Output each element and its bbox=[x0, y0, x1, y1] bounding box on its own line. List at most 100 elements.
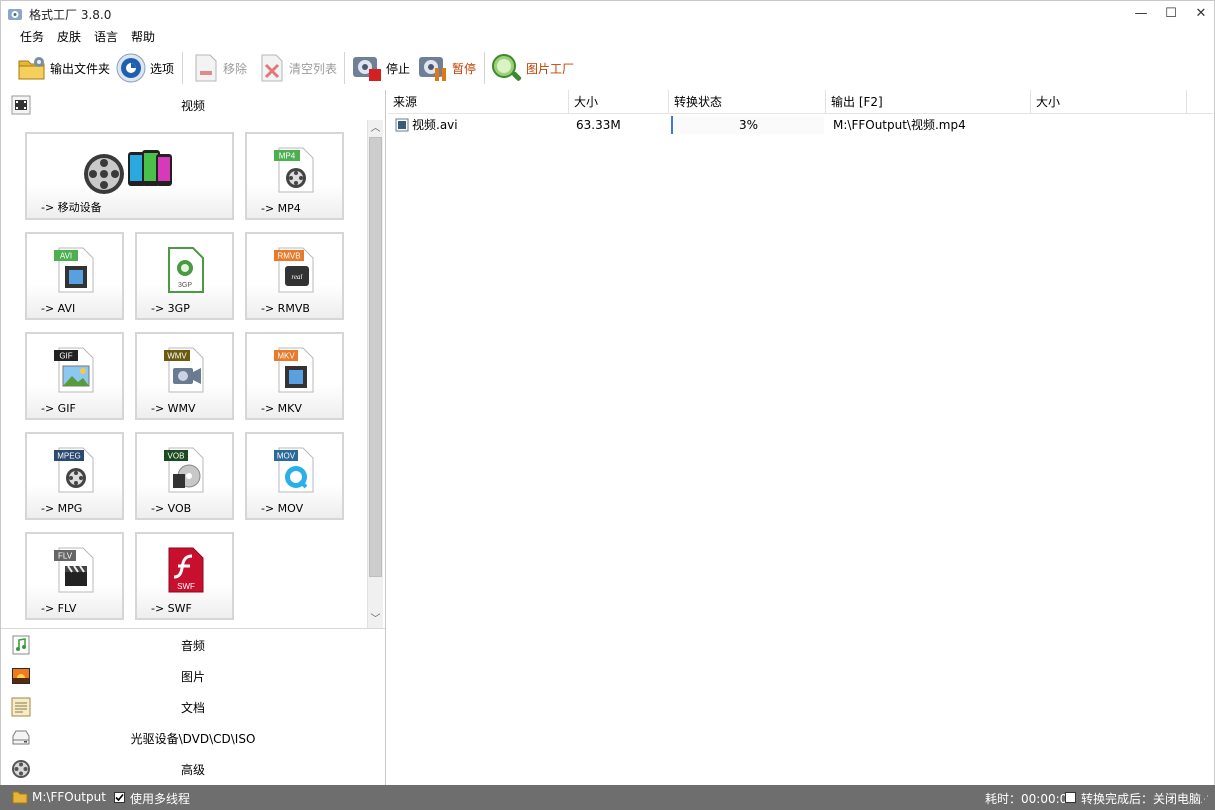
category-video[interactable]: 视频 bbox=[1, 90, 385, 120]
table-row[interactable]: 视频.avi 63.33M 3% M:\FFOutput\视频.mp4 bbox=[388, 114, 1213, 136]
maximize-button[interactable]: ☐ bbox=[1156, 1, 1186, 27]
category-audio-label: 音频 bbox=[180, 638, 205, 653]
category-panel: 视频 -> 移动设备 MP4 -> MP4 AVI -> AVI 3GP -> … bbox=[0, 90, 386, 785]
svg-text:VOB: VOB bbox=[167, 452, 184, 461]
category-rom-label: 光驱设备\DVD\CD\ISO bbox=[130, 731, 256, 746]
tile-rmvb[interactable]: RMVB real -> RMVB bbox=[245, 232, 344, 320]
advanced-reel-icon bbox=[12, 760, 30, 778]
category-list: 音频 图片 文档 光驱设备\DVD\CD\ISO 高级 bbox=[1, 628, 385, 785]
tile-vob[interactable]: VOB -> VOB bbox=[135, 432, 234, 520]
tile-avi[interactable]: AVI -> AVI bbox=[25, 232, 124, 320]
menu-bar: 任务 皮肤 语言 帮助 bbox=[0, 26, 1215, 46]
tile-flv-label: -> FLV bbox=[41, 602, 77, 615]
tile-gif-label: -> GIF bbox=[41, 402, 76, 415]
menu-help[interactable]: 帮助 bbox=[131, 28, 155, 45]
audio-note-icon bbox=[12, 635, 30, 655]
video-category-icon bbox=[11, 95, 31, 115]
category-rom-device[interactable]: 光驱设备\DVD\CD\ISO bbox=[1, 723, 385, 753]
column-output[interactable]: 输出 [F2] bbox=[826, 90, 1031, 114]
mpg-file-icon: MPEG bbox=[53, 447, 93, 493]
minimize-button[interactable]: — bbox=[1126, 1, 1156, 27]
pause-button[interactable]: 暂停 bbox=[417, 52, 476, 84]
wmv-file-icon: WMV bbox=[163, 347, 203, 393]
tile-3gp-label: -> 3GP bbox=[151, 302, 190, 315]
video-file-icon bbox=[395, 118, 409, 132]
svg-text:WMV: WMV bbox=[167, 352, 187, 361]
category-audio[interactable]: 音频 bbox=[1, 630, 385, 660]
menu-language[interactable]: 语言 bbox=[94, 28, 118, 45]
output-folder-button[interactable]: 输出文件夹 bbox=[17, 52, 110, 84]
scroll-down-arrow-icon[interactable]: ﹀ bbox=[368, 611, 383, 628]
tile-mobile-device-label: -> 移动设备 bbox=[41, 201, 102, 214]
row-source-cell: 视频.avi bbox=[393, 114, 569, 136]
clear-list-button[interactable]: 清空列表 bbox=[258, 52, 337, 84]
category-document-label: 文档 bbox=[180, 700, 205, 715]
category-advanced-label: 高级 bbox=[180, 762, 205, 777]
category-advanced[interactable]: 高级 bbox=[1, 754, 385, 784]
resize-grip-icon[interactable]: ⋰ bbox=[1200, 795, 1210, 805]
toolbar-separator bbox=[344, 52, 345, 84]
row-source-name: 视频.avi bbox=[412, 118, 458, 132]
3gp-file-icon: 3GP bbox=[167, 247, 204, 293]
tile-wmv[interactable]: WMV -> WMV bbox=[135, 332, 234, 420]
optical-drive-icon bbox=[12, 730, 30, 745]
tile-mov[interactable]: MOV -> MOV bbox=[245, 432, 344, 520]
tile-mpg-label: -> MPG bbox=[41, 502, 83, 515]
video-format-grid: -> 移动设备 MP4 -> MP4 AVI -> AVI 3GP -> 3GP… bbox=[1, 120, 367, 628]
progress-percent: 3% bbox=[738, 118, 759, 132]
column-output-size[interactable]: 大小 bbox=[1031, 90, 1187, 114]
after-done-checkbox[interactable] bbox=[1065, 792, 1076, 803]
options-button[interactable]: 选项 bbox=[115, 52, 174, 84]
toolbar-separator bbox=[182, 52, 183, 84]
tile-wmv-label: -> WMV bbox=[151, 402, 196, 415]
picture-factory-button[interactable]: 图片工厂 bbox=[489, 52, 574, 84]
tile-swf[interactable]: SWF -> SWF bbox=[135, 532, 234, 620]
window-title: 格式工厂 3.8.0 bbox=[29, 8, 112, 22]
category-picture[interactable]: 图片 bbox=[1, 661, 385, 691]
conversion-progress-bar: 3% bbox=[671, 116, 824, 134]
category-picture-label: 图片 bbox=[180, 669, 205, 684]
tile-mp4[interactable]: MP4 -> MP4 bbox=[245, 132, 344, 220]
grid-scrollbar[interactable]: ︿ ﹀ bbox=[367, 120, 383, 628]
tile-avi-label: -> AVI bbox=[41, 302, 76, 315]
tile-mp4-label: -> MP4 bbox=[261, 202, 301, 215]
column-size[interactable]: 大小 bbox=[569, 90, 669, 114]
svg-text:AVI: AVI bbox=[59, 252, 71, 261]
avi-file-icon: AVI bbox=[53, 247, 93, 293]
menu-skin[interactable]: 皮肤 bbox=[57, 28, 81, 45]
gif-file-icon: GIF bbox=[53, 347, 93, 393]
tile-mkv-label: -> MKV bbox=[261, 402, 302, 415]
task-list-panel: 来源 大小 转换状态 输出 [F2] 大小 视频.avi 63.33M 3% M… bbox=[386, 90, 1215, 785]
row-output-size bbox=[1033, 114, 1189, 136]
swf-file-icon: SWF bbox=[168, 547, 203, 593]
column-source[interactable]: 来源 bbox=[388, 90, 569, 114]
mobile-device-icon bbox=[83, 150, 172, 194]
tile-rmvb-label: -> RMVB bbox=[261, 302, 310, 315]
output-folder-icon[interactable] bbox=[12, 790, 28, 804]
remove-button[interactable]: 移除 bbox=[192, 52, 247, 84]
scroll-up-arrow-icon[interactable]: ︿ bbox=[368, 120, 383, 137]
tile-mov-label: -> MOV bbox=[261, 502, 304, 515]
scroll-thumb[interactable] bbox=[369, 137, 382, 577]
status-bar: M:\FFOutput 使用多线程 耗时：00:00:04 转换完成后：关闭电脑… bbox=[0, 785, 1215, 810]
svg-text:MOV: MOV bbox=[276, 452, 295, 461]
category-document[interactable]: 文档 bbox=[1, 692, 385, 722]
tile-flv[interactable]: FLV -> FLV bbox=[25, 532, 124, 620]
mov-file-icon: MOV bbox=[273, 447, 313, 493]
tile-gif[interactable]: GIF -> GIF bbox=[25, 332, 124, 420]
category-video-label: 视频 bbox=[180, 98, 205, 113]
close-button[interactable]: ✕ bbox=[1186, 1, 1215, 27]
menu-task[interactable]: 任务 bbox=[20, 28, 44, 45]
tile-mobile-device[interactable]: -> 移动设备 bbox=[25, 132, 234, 220]
row-size: 63.33M bbox=[576, 118, 621, 132]
options-gear-icon bbox=[116, 53, 146, 83]
tile-mpg[interactable]: MPEG -> MPG bbox=[25, 432, 124, 520]
column-status[interactable]: 转换状态 bbox=[669, 90, 826, 114]
tile-3gp[interactable]: 3GP -> 3GP bbox=[135, 232, 234, 320]
toolbar: 输出文件夹 选项 移除 清空列表 停止 暂停 图片工厂 bbox=[0, 46, 1215, 90]
tile-mkv[interactable]: MKV -> MKV bbox=[245, 332, 344, 420]
multithread-checkbox[interactable] bbox=[114, 792, 125, 803]
stop-button[interactable]: 停止 bbox=[351, 52, 410, 84]
app-icon bbox=[8, 9, 22, 20]
status-output-path[interactable]: M:\FFOutput bbox=[32, 790, 106, 804]
